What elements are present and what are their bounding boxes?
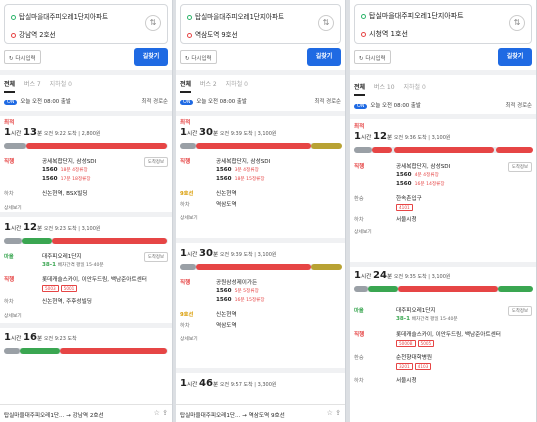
tab-bus[interactable]: 버스 2 xyxy=(200,79,217,91)
origin-field[interactable]: 탑실마을대주피오레1단지아파트 xyxy=(361,11,464,21)
detail-link[interactable]: 상세보기 xyxy=(4,204,22,211)
detail-link[interactable]: 상세보기 xyxy=(354,228,372,235)
swap-icon[interactable]: ⇅ xyxy=(318,15,334,31)
origin-field[interactable]: 탑실마을대주피오레1단지아파트 xyxy=(11,11,108,21)
tab-bus[interactable]: 버스 10 xyxy=(374,82,395,94)
swap-icon[interactable]: ⇅ xyxy=(145,15,161,31)
search-box: 탑실마을대주피오레1단지아파트 강남역 2호선 ⇅ xyxy=(4,4,168,44)
search-route-button[interactable]: 길찾기 xyxy=(498,48,532,66)
bottom-bar: 탑실마을대주피오레1단... → 강남역 2호선 ☆ ⇪ xyxy=(0,404,172,422)
search-route-button[interactable]: 길찾기 xyxy=(307,48,341,66)
swap-icon[interactable]: ⇅ xyxy=(509,15,525,31)
tab-bus[interactable]: 버스 7 xyxy=(24,79,41,91)
direction-button[interactable]: 도착정보 xyxy=(143,252,168,262)
destination-field[interactable]: 역삼도역 9호선 xyxy=(187,29,238,39)
reset-button[interactable]: ↻ 다시입력 xyxy=(4,50,41,64)
route-panel-2: 탑실마을대주피오레1단지아파트 역삼도역 9호선 ⇅ ↻ 다시입력 길찾기 전체… xyxy=(176,0,346,422)
tab-subway[interactable]: 지하철 0 xyxy=(226,79,248,91)
reset-button[interactable]: ↻ 다시입력 xyxy=(180,50,217,64)
search-route-button[interactable]: 길찾기 xyxy=(134,48,168,66)
direction-button[interactable]: 도착정보 xyxy=(143,157,168,167)
destination-field[interactable]: 시청역 1호선 xyxy=(361,29,408,39)
destination-field[interactable]: 강남역 2호선 xyxy=(11,29,56,39)
origin-field[interactable]: 탑실마을대주피오레1단지아파트 xyxy=(187,11,284,21)
star-icon[interactable]: ☆ ⇪ xyxy=(327,409,341,417)
tab-all[interactable]: 전체 xyxy=(180,79,192,93)
departure-time[interactable]: ON 오늘 오전 08:00 출발 최적 경로순 xyxy=(354,101,532,111)
direction-button[interactable]: 도착정보 xyxy=(507,162,532,172)
direction-button[interactable]: 도착정보 xyxy=(507,306,532,316)
departure-time[interactable]: ON 오늘 오전 08:00 출발 최적 경로순 xyxy=(4,97,168,107)
detail-link[interactable]: 상세보기 xyxy=(4,312,22,319)
bottom-bar: 탑실마을대주피오레1단... → 역삼도역 9호선 ☆ ⇪ xyxy=(176,404,345,422)
tab-subway[interactable]: 지하철 0 xyxy=(403,82,425,94)
mode-tabs: 전체 버스 7 지하철 0 xyxy=(4,79,168,93)
route-panel-3: 탑실마을대주피오레1단지아파트 시청역 1호선 ⇅ ↻ 다시입력 길찾기 전체 … xyxy=(350,0,537,300)
search-box: 탑실마을대주피오레1단지아파트 시청역 1호선 ⇅ xyxy=(354,4,532,44)
search-box: 탑실마을대주피오레1단지아파트 역삼도역 9호선 ⇅ xyxy=(180,4,341,44)
star-icon[interactable]: ☆ ⇪ xyxy=(154,409,168,417)
route-panel-3-continued: 마을 대주피오레1단지 도착정보 38-1 배차간격 평일 15-40분 직행 … xyxy=(350,300,537,422)
departure-time[interactable]: ON 오늘 오전 08:00 출발 최적 경로순 xyxy=(180,97,341,107)
sort-select[interactable]: 최적 경로순 xyxy=(505,101,532,109)
sort-select[interactable]: 최적 경로순 xyxy=(141,97,168,105)
route-panel-1: 탑실마을대주피오레1단지아파트 강남역 2호선 ⇅ ↻ 다시입력 길찾기 전체 … xyxy=(0,0,173,422)
detail-link[interactable]: 상세보기 xyxy=(180,214,198,221)
tab-all[interactable]: 전체 xyxy=(4,79,16,93)
origin-dot-icon xyxy=(11,14,16,20)
detail-link[interactable]: 상세보기 xyxy=(180,335,198,342)
sort-select[interactable]: 최적 경로순 xyxy=(314,97,341,105)
reset-button[interactable]: ↻ 다시입력 xyxy=(354,50,391,64)
tab-subway[interactable]: 지하철 0 xyxy=(50,79,72,91)
destination-dot-icon xyxy=(11,32,16,38)
tab-all[interactable]: 전체 xyxy=(354,82,366,96)
